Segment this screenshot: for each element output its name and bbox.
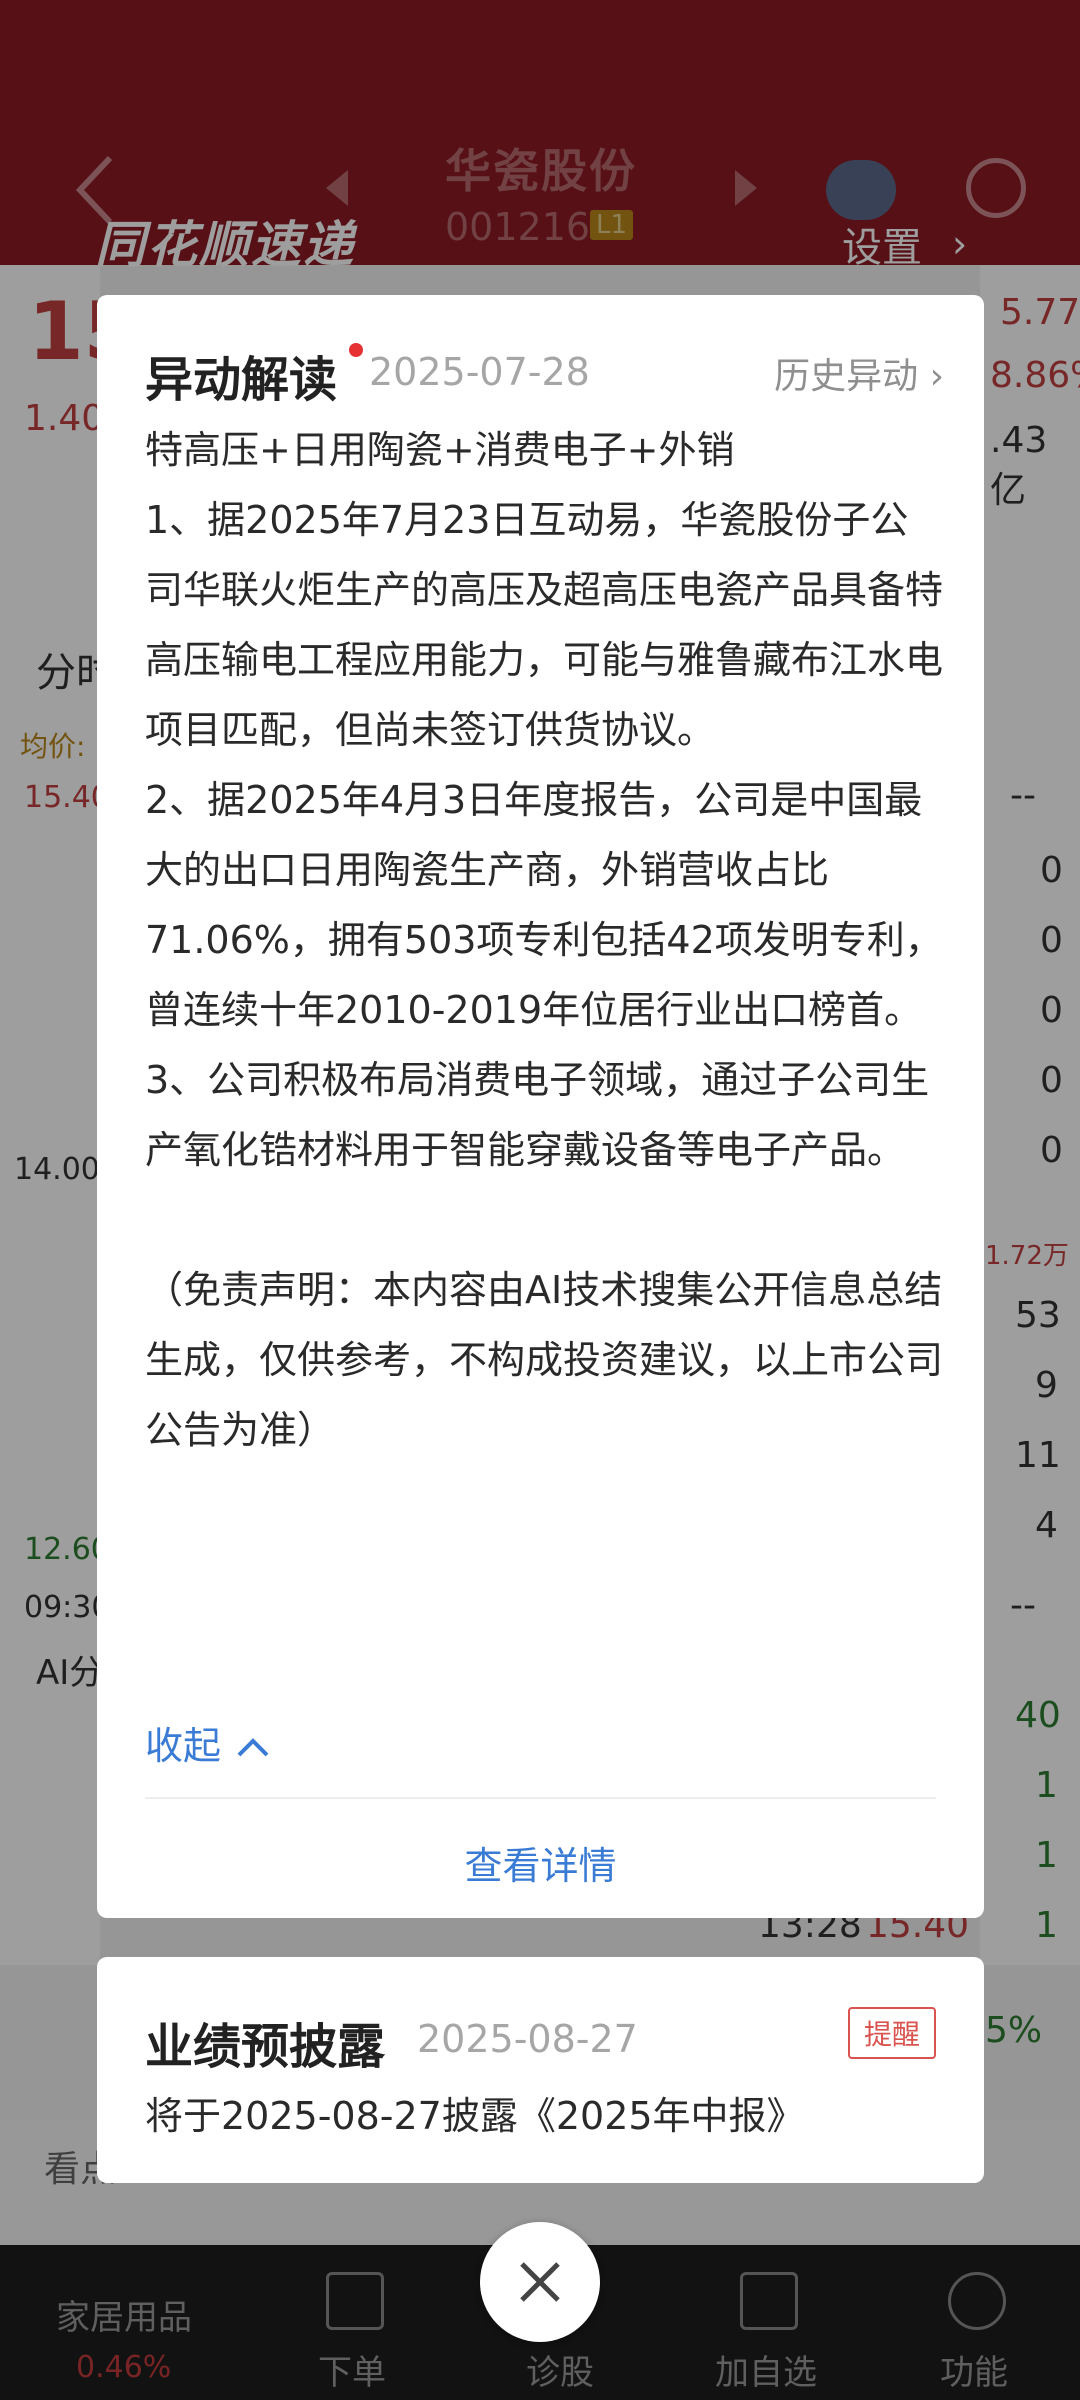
- forecast-title: 业绩预披露: [145, 2019, 386, 2075]
- remind-button[interactable]: 提醒: [847, 2007, 936, 2059]
- anomaly-dialog: 异动解读 2025-07-28 历史异动 › 特高压+日用陶瓷+消费电子+外销 …: [97, 295, 984, 1918]
- close-button[interactable]: [480, 2222, 600, 2342]
- earnings-forecast-card: 业绩预披露 2025-08-27 提醒 将于2025-08-27披露《2025年…: [97, 1957, 984, 2183]
- disclaimer: （免责声明：本内容由AI技术搜集公开信息总结生成，仅供参考，不构成投资建议，以上…: [145, 1268, 944, 1452]
- point-3: 3、公司积极布局消费电子领域，通过子公司生产氧化锆材料用于智能穿戴设备等电子产品…: [145, 1058, 930, 1172]
- collapse-label: 收起: [145, 1724, 222, 1768]
- new-indicator-dot: [349, 343, 363, 357]
- history-anomaly-label: 历史异动: [774, 356, 919, 397]
- dialog-date: 2025-07-28: [369, 350, 590, 394]
- divider: [145, 1797, 936, 1799]
- chevron-up-icon: [237, 1738, 269, 1757]
- point-2: 2、据2025年4月3日年度报告，公司是中国最大的出口日用陶瓷生产商，外销营收占…: [145, 778, 943, 1032]
- dialog-body: 特高压+日用陶瓷+消费电子+外销 1、据2025年7月23日互动易，华瓷股份子公…: [145, 415, 945, 1465]
- close-icon: [520, 2262, 560, 2302]
- collapse-button[interactable]: 收起: [145, 1715, 273, 1770]
- dialog-title: 异动解读: [145, 352, 338, 408]
- forecast-date: 2025-08-27: [417, 2017, 638, 2061]
- forecast-text: 将于2025-08-27披露《2025年中报》: [145, 2094, 805, 2138]
- history-anomaly-link[interactable]: 历史异动 ›: [774, 347, 944, 399]
- view-details-button[interactable]: 查看详情: [97, 1835, 984, 1890]
- point-1: 1、据2025年7月23日互动易，华瓷股份子公司华联火炬生产的高压及超高压电瓷产…: [145, 498, 944, 752]
- chevron-right-icon: ›: [929, 356, 944, 397]
- headline: 特高压+日用陶瓷+消费电子+外销: [145, 428, 735, 472]
